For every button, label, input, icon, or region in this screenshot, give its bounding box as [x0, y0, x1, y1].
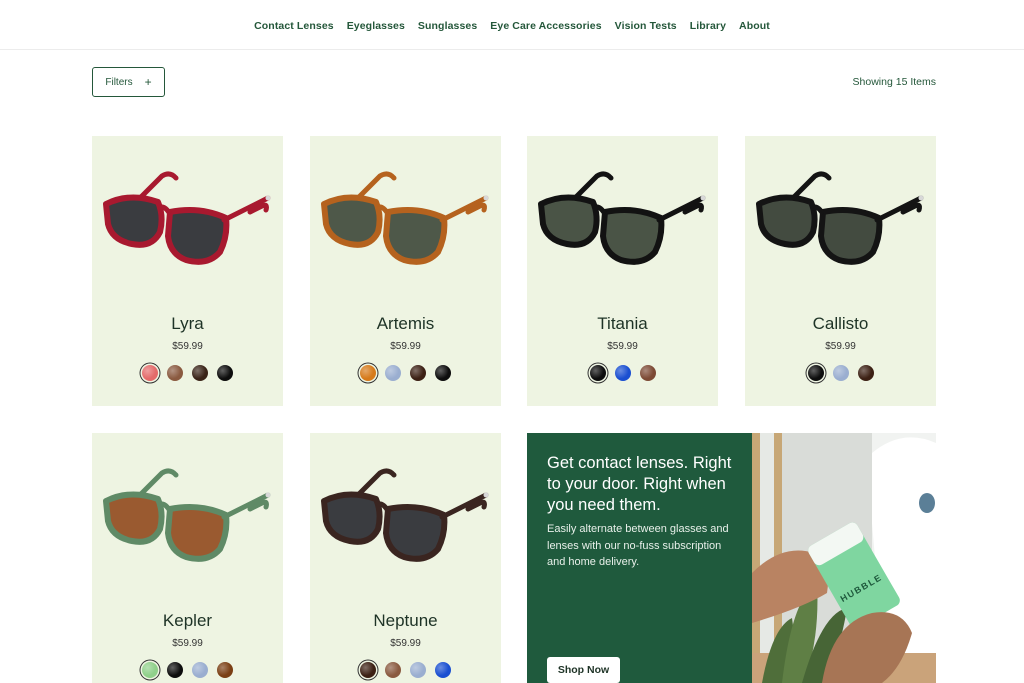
product-name[interactable]: Callisto: [745, 314, 936, 334]
filters-button[interactable]: Filters +: [92, 67, 165, 97]
color-swatch[interactable]: [807, 365, 824, 381]
nav-eye-care-accessories[interactable]: Eye Care Accessories: [490, 20, 601, 32]
color-swatches: [310, 662, 501, 678]
color-swatch[interactable]: [217, 365, 233, 381]
nav-eyeglasses[interactable]: Eyeglasses: [347, 20, 405, 32]
promo-headline: Get contact lenses. Right to your door. …: [547, 454, 732, 514]
hinge-rivet: [700, 195, 706, 201]
sunglasses-image: [103, 468, 271, 562]
color-swatch[interactable]: [385, 662, 401, 678]
color-swatch[interactable]: [142, 662, 158, 678]
color-swatch[interactable]: [410, 662, 426, 678]
nav-library[interactable]: Library: [690, 20, 726, 32]
hinge-rivet: [918, 195, 924, 201]
product-price: $59.99: [172, 638, 203, 649]
nav-sunglasses[interactable]: Sunglasses: [418, 20, 477, 32]
color-swatches: [745, 365, 936, 381]
color-swatch[interactable]: [614, 365, 631, 381]
color-swatch[interactable]: [639, 365, 656, 381]
color-swatch[interactable]: [360, 365, 376, 381]
color-swatch[interactable]: [192, 365, 208, 381]
sunglasses-image: [321, 468, 489, 562]
product-name[interactable]: Neptune: [310, 611, 501, 631]
product-price: $59.99: [607, 341, 638, 352]
color-swatch[interactable]: [435, 662, 451, 678]
product-name[interactable]: Artemis: [310, 314, 501, 334]
color-swatches: [527, 365, 718, 381]
product-price: $59.99: [825, 341, 856, 352]
shop-now-button[interactable]: Shop Now: [547, 657, 620, 683]
product-card[interactable]: Titania $59.99: [527, 136, 718, 406]
lens: [165, 207, 230, 265]
color-swatch[interactable]: [192, 662, 208, 678]
color-swatch[interactable]: [410, 365, 426, 381]
color-swatch[interactable]: [360, 662, 376, 678]
hinge-rivet: [483, 195, 489, 201]
product-card[interactable]: Neptune $59.99: [310, 433, 501, 683]
nav-contact-lenses[interactable]: Contact Lenses: [254, 20, 334, 32]
color-swatch[interactable]: [857, 365, 874, 381]
lens: [103, 491, 165, 545]
sunglasses-image: [756, 171, 924, 265]
color-swatch[interactable]: [217, 662, 233, 678]
promo-photo: HUBBLE: [752, 433, 936, 683]
lens: [600, 207, 665, 265]
color-swatch[interactable]: [167, 662, 183, 678]
hinge-rivet: [265, 492, 271, 498]
product-card[interactable]: Kepler $59.99: [92, 433, 283, 683]
lens: [756, 194, 818, 248]
product-price: $59.99: [390, 638, 421, 649]
product-card[interactable]: Callisto $59.99: [745, 136, 936, 406]
color-swatch[interactable]: [435, 365, 451, 381]
product-card[interactable]: Artemis $59.99: [310, 136, 501, 406]
color-swatches: [92, 365, 283, 381]
contact-lenses-promo: Get contact lenses. Right to your door. …: [527, 433, 752, 683]
product-name[interactable]: Kepler: [92, 611, 283, 631]
product-price: $59.99: [390, 341, 421, 352]
promo-body: Easily alternate between glasses and len…: [547, 523, 729, 568]
lens: [538, 194, 600, 248]
lens: [321, 491, 383, 545]
color-swatch[interactable]: [167, 365, 183, 381]
hinge-rivet: [265, 195, 271, 201]
filters-label: Filters: [105, 76, 133, 88]
sunglasses-image: [321, 171, 489, 265]
sunglasses-image: [103, 171, 271, 265]
color-swatches: [310, 365, 501, 381]
color-swatch[interactable]: [832, 365, 849, 381]
nav-about[interactable]: About: [739, 20, 770, 32]
color-swatch[interactable]: [589, 365, 606, 381]
hinge-rivet: [483, 492, 489, 498]
sunglasses-image: [538, 171, 706, 265]
color-swatch[interactable]: [142, 365, 158, 381]
lens: [321, 194, 383, 248]
color-swatch[interactable]: [385, 365, 401, 381]
main-nav: Contact Lenses Eyeglasses Sunglasses Eye…: [0, 0, 1024, 50]
product-card[interactable]: Lyra $59.99: [92, 136, 283, 406]
contact-lens-box-photo: HUBBLE: [752, 433, 936, 683]
color-swatches: [92, 662, 283, 678]
lens: [103, 194, 165, 248]
lens: [818, 207, 883, 265]
product-name[interactable]: Titania: [527, 314, 718, 334]
lens: [165, 504, 230, 562]
lens: [383, 207, 448, 265]
plus-icon: +: [144, 75, 152, 89]
product-price: $59.99: [172, 341, 203, 352]
lens: [383, 504, 448, 562]
nav-vision-tests[interactable]: Vision Tests: [615, 20, 677, 32]
product-name[interactable]: Lyra: [92, 314, 283, 334]
items-count: Showing 15 Items: [852, 76, 936, 88]
